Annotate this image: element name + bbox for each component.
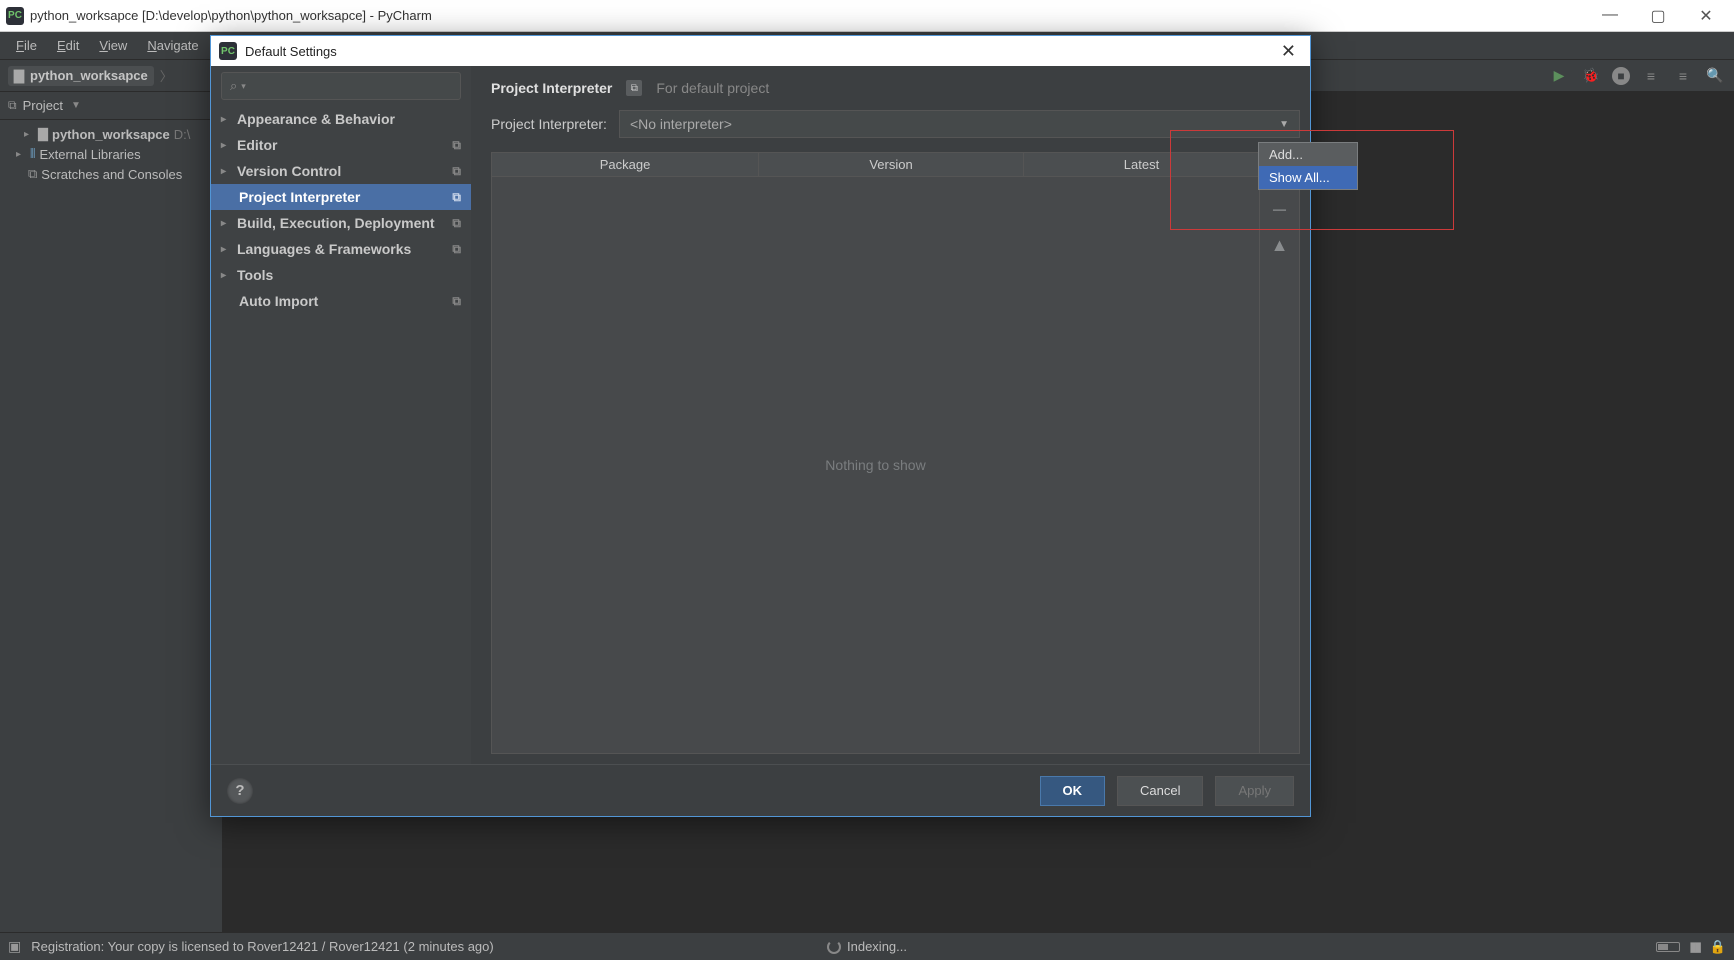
- project-scope-icon: ⧉: [626, 80, 642, 96]
- settings-search-input[interactable]: ⌕▾: [221, 72, 461, 100]
- interpreter-actions-popup: Add... Show All...: [1258, 142, 1358, 190]
- expand-arrow-icon[interactable]: ▸: [16, 149, 26, 160]
- column-package[interactable]: Package: [492, 153, 759, 176]
- menu-navigate[interactable]: Navigate: [139, 36, 206, 55]
- project-label[interactable]: Project: [23, 98, 63, 113]
- close-window-button[interactable]: ✕: [1694, 6, 1718, 26]
- dialog-title: Default Settings: [245, 44, 337, 59]
- window-title: python_worksapce [D:\develop\python\pyth…: [30, 8, 432, 23]
- breadcrumb-separator: 〉: [160, 66, 173, 85]
- status-registration: Registration: Your copy is licensed to R…: [31, 939, 494, 954]
- settings-cat-build[interactable]: ▸Build, Execution, Deployment⧉: [211, 210, 471, 236]
- copy-icon: ⧉: [452, 190, 461, 205]
- lock-icon[interactable]: 🔒: [1710, 939, 1726, 955]
- interpreter-combo-value: <No interpreter>: [630, 116, 732, 132]
- copy-icon: ⧉: [452, 294, 461, 309]
- line-icon2[interactable]: ≡: [1672, 65, 1694, 87]
- settings-page-title: Project Interpreter: [491, 80, 612, 96]
- search-everywhere-icon[interactable]: 🔍: [1704, 65, 1726, 87]
- packages-side-toolbar: ＋ － ▲: [1259, 153, 1299, 753]
- scratches-icon: ⧉: [28, 166, 37, 182]
- pycharm-icon: PC: [6, 7, 24, 25]
- ok-button[interactable]: OK: [1040, 776, 1106, 806]
- expand-arrow-icon[interactable]: ▸: [24, 129, 34, 140]
- copy-icon: ⧉: [452, 242, 461, 257]
- settings-cat-interpreter[interactable]: Project Interpreter⧉: [211, 184, 471, 210]
- search-icon: ⌕: [230, 78, 237, 94]
- project-tree: ▸ ▇ python_worksapce D:\ ▸ ⫴ External Li…: [0, 120, 223, 188]
- folder-icon: ▇: [38, 126, 48, 142]
- status-indexing: Indexing...: [847, 939, 907, 954]
- project-tool-window: [0, 60, 223, 932]
- upgrade-package-button[interactable]: ▲: [1271, 235, 1289, 256]
- chevron-down-icon: ▾: [241, 81, 246, 92]
- interpreter-field-label: Project Interpreter:: [491, 116, 607, 132]
- settings-cat-vcs[interactable]: ▸Version Control⧉: [211, 158, 471, 184]
- settings-breadcrumb: Project Interpreter ⧉ For default projec…: [491, 76, 1300, 110]
- debug-icon[interactable]: 🐞: [1580, 65, 1602, 87]
- dialog-close-button[interactable]: ✕: [1275, 41, 1302, 62]
- dialog-footer: ? OK Cancel Apply: [211, 764, 1310, 816]
- settings-main-panel: Project Interpreter ⧉ For default projec…: [471, 66, 1310, 764]
- copy-icon: ⧉: [452, 164, 461, 179]
- status-bar: ▣ Registration: Your copy is licensed to…: [0, 932, 1734, 960]
- breadcrumb-root-label: python_worksapce: [30, 68, 148, 83]
- packages-header: Package Version Latest: [492, 153, 1259, 177]
- project-root-label: python_worksapce: [52, 127, 170, 142]
- progress-bar: [1656, 942, 1680, 952]
- window-titlebar: PC python_worksapce [D:\develop\python\p…: [0, 0, 1734, 32]
- copy-icon: ⧉: [452, 138, 461, 153]
- settings-cat-tools[interactable]: ▸Tools: [211, 262, 471, 288]
- apply-button[interactable]: Apply: [1215, 776, 1294, 806]
- external-libraries-label: External Libraries: [39, 147, 140, 162]
- settings-scope-label: For default project: [656, 80, 769, 96]
- chevron-down-icon: ▼: [1279, 119, 1289, 130]
- settings-cat-editor[interactable]: ▸Editor⧉: [211, 132, 471, 158]
- project-root-node[interactable]: ▸ ▇ python_worksapce D:\: [0, 124, 223, 144]
- column-version[interactable]: Version: [759, 153, 1024, 176]
- default-settings-dialog: PC Default Settings ✕ ⌕▾ ▸Appearance & B…: [210, 35, 1311, 817]
- scratches-label: Scratches and Consoles: [41, 167, 182, 182]
- remove-package-button[interactable]: －: [1271, 197, 1289, 223]
- project-view-icon: ⧉: [8, 98, 17, 113]
- help-button[interactable]: ?: [227, 778, 253, 804]
- run-icon[interactable]: ▶: [1548, 65, 1570, 87]
- menu-file[interactable]: File: [8, 36, 45, 55]
- minimize-button[interactable]: —: [1598, 6, 1622, 26]
- scratches-node[interactable]: ⧉ Scratches and Consoles: [0, 164, 223, 184]
- project-tool-header: ⧉ Project ▼: [0, 92, 223, 120]
- copy-icon: ⧉: [452, 216, 461, 231]
- external-libraries-node[interactable]: ▸ ⫴ External Libraries: [0, 144, 223, 164]
- popup-show-all[interactable]: Show All...: [1259, 166, 1357, 189]
- cancel-button[interactable]: Cancel: [1117, 776, 1203, 806]
- dialog-titlebar: PC Default Settings ✕: [211, 36, 1310, 66]
- breadcrumb-root[interactable]: ▇ python_worksapce: [8, 66, 154, 86]
- line-icon1[interactable]: ≡: [1640, 65, 1662, 87]
- menu-edit[interactable]: Edit: [49, 36, 87, 55]
- progress-spinner-icon: [827, 940, 841, 954]
- settings-cat-autoimport[interactable]: Auto Import⧉: [211, 288, 471, 314]
- settings-sidebar: ⌕▾ ▸Appearance & Behavior ▸Editor⧉ ▸Vers…: [211, 66, 471, 764]
- tool-window-toggle-icon[interactable]: ▣: [8, 938, 21, 955]
- maximize-button[interactable]: ▢: [1646, 6, 1670, 26]
- menu-view[interactable]: View: [91, 36, 135, 55]
- settings-cat-appearance[interactable]: ▸Appearance & Behavior: [211, 106, 471, 132]
- libraries-icon: ⫴: [30, 146, 35, 162]
- project-root-path: D:\: [174, 127, 191, 142]
- interpreter-combo[interactable]: <No interpreter> ▼: [619, 110, 1300, 138]
- stop-icon[interactable]: ■: [1612, 67, 1630, 85]
- packages-table: Package Version Latest Nothing to show ＋…: [491, 152, 1300, 754]
- popup-add[interactable]: Add...: [1259, 143, 1357, 166]
- folder-icon: ▇: [14, 68, 24, 84]
- packages-empty-label: Nothing to show: [492, 177, 1259, 753]
- column-latest[interactable]: Latest: [1024, 153, 1259, 176]
- pycharm-icon: PC: [219, 42, 237, 60]
- settings-cat-lang[interactable]: ▸Languages & Frameworks⧉: [211, 236, 471, 262]
- pause-icon[interactable]: ▮▮: [1690, 939, 1700, 955]
- chevron-down-icon[interactable]: ▼: [71, 100, 81, 111]
